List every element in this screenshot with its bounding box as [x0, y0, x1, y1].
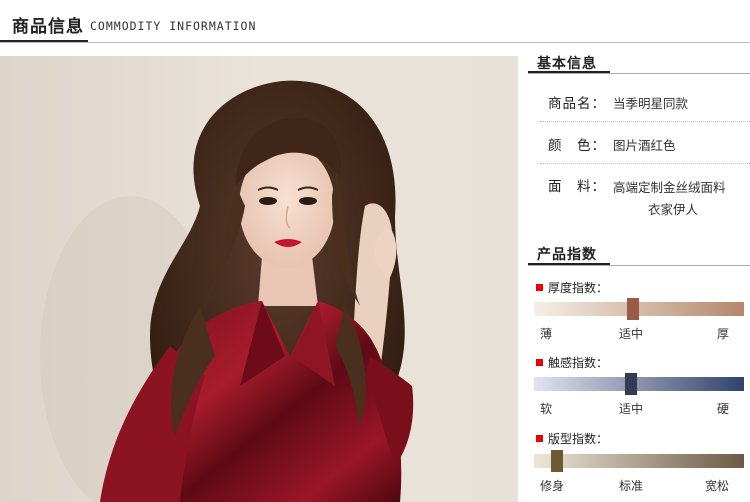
- thickness-tick-mid: 适中: [619, 327, 644, 341]
- thickness-index-label: 厚度指数：: [536, 279, 608, 296]
- bullet-square-icon: [536, 435, 543, 442]
- thickness-tick-high: 厚: [717, 327, 730, 341]
- header-subtitle: COMMODITY INFORMATION: [90, 19, 257, 33]
- bullet-square-icon: [536, 359, 543, 366]
- touch-index-label: 触感指数：: [536, 354, 608, 371]
- row-separator: [540, 121, 750, 122]
- header-title: 商品信息: [12, 17, 84, 37]
- row-separator: [540, 163, 750, 164]
- fit-tick-mid: 标准: [619, 479, 644, 493]
- fabric-value: 高端定制金丝绒面料: [613, 180, 726, 195]
- page-header: 商品信息 COMMODITY INFORMATION: [0, 0, 750, 46]
- fit-tick-high: 宽松: [705, 479, 730, 493]
- basic-info-divider: [528, 73, 750, 74]
- thickness-index-marker: [627, 298, 639, 320]
- product-name-label: 商品名：: [548, 96, 606, 112]
- touch-tick-high: 硬: [717, 402, 730, 416]
- header-divider: [0, 42, 750, 43]
- touch-index-text: 触感指数：: [548, 356, 609, 370]
- bullet-square-icon: [536, 284, 543, 291]
- color-label: 颜 色：: [548, 138, 606, 154]
- product-name-value: 当季明星同款: [613, 96, 689, 111]
- basic-info-title: 基本信息: [537, 56, 597, 72]
- fit-tick-low: 修身: [540, 479, 565, 493]
- color-value: 图片酒红色: [613, 138, 676, 153]
- product-photo: [0, 56, 518, 502]
- thickness-tick-low: 薄: [540, 327, 553, 341]
- fit-index-marker: [551, 450, 563, 472]
- touch-index-marker: [625, 373, 637, 395]
- touch-tick-low: 软: [540, 402, 553, 416]
- thickness-index-bar: [534, 298, 744, 320]
- fabric-value-brand: 衣家伊人: [648, 202, 699, 217]
- thickness-index-text: 厚度指数：: [548, 281, 609, 295]
- fit-index-label: 版型指数：: [536, 430, 608, 447]
- product-index-title: 产品指数: [537, 247, 597, 263]
- touch-index-bar: [534, 373, 744, 395]
- model-illustration: [0, 56, 518, 502]
- touch-tick-mid: 适中: [619, 402, 644, 416]
- fit-index-text: 版型指数：: [548, 432, 609, 446]
- fabric-label: 面 料：: [548, 179, 606, 195]
- fit-index-bar: [534, 450, 744, 472]
- product-index-divider: [528, 265, 750, 266]
